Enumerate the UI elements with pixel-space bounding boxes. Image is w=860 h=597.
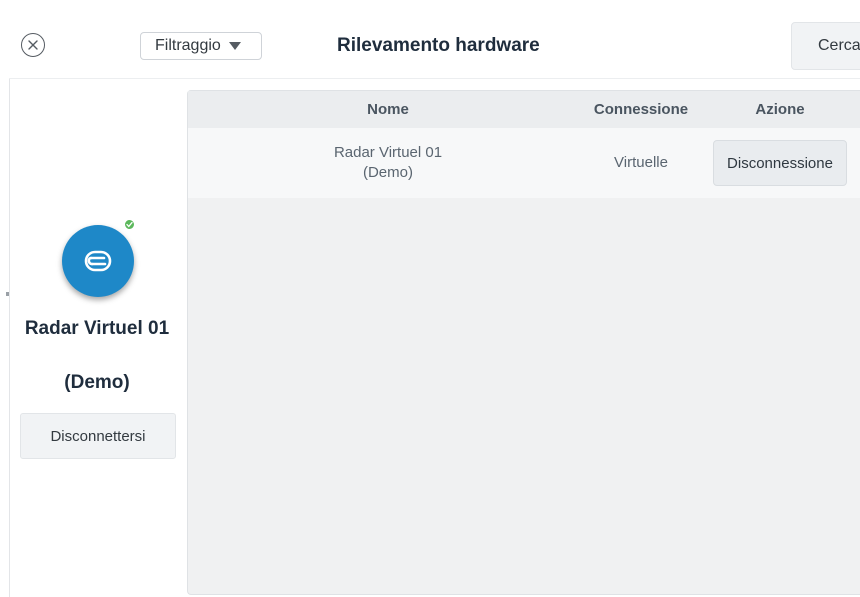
check-icon xyxy=(126,221,133,228)
disconnect-button[interactable]: Disconnettersi xyxy=(20,413,176,459)
hardware-table: Nome Connessione Azione Radar Virtuel 01… xyxy=(187,90,860,595)
connected-device-panel: Radar Virtuel 01 (Demo) Disconnettersi xyxy=(9,79,185,597)
radar-logo-icon xyxy=(62,225,134,297)
hardware-detection-window: Filtraggio Rilevamento hardware Cerca Ra… xyxy=(0,0,860,597)
row-device-name-line2: (Demo) xyxy=(362,164,413,181)
status-connected-badge xyxy=(123,218,136,231)
device-name-suffix: (Demo) xyxy=(64,372,130,393)
chevron-down-icon xyxy=(228,42,241,50)
device-avatar xyxy=(62,218,136,297)
row-connection-type: Virtuelle xyxy=(614,154,668,171)
header-bar: Filtraggio Rilevamento hardware Cerca xyxy=(9,12,860,79)
filter-dropdown[interactable]: Filtraggio xyxy=(140,32,262,60)
table-row[interactable]: Radar Virtuel 01 (Demo) Virtuelle Discon… xyxy=(188,128,860,198)
table-header: Nome Connessione Azione xyxy=(188,91,860,128)
row-disconnect-button[interactable]: Disconnessione xyxy=(713,140,847,186)
device-name: Radar Virtuel 01 xyxy=(24,318,170,339)
column-header-action: Azione xyxy=(755,101,805,118)
page-title: Rilevamento hardware xyxy=(337,35,540,56)
close-button[interactable] xyxy=(21,33,45,57)
row-device-name: Radar Virtuel 01 (Demo) xyxy=(288,143,488,183)
row-device-name-line1: Radar Virtuel 01 xyxy=(333,144,443,161)
column-header-name: Nome xyxy=(367,101,409,118)
filter-label: Filtraggio xyxy=(155,37,221,54)
close-icon xyxy=(28,40,38,50)
search-button[interactable]: Cerca xyxy=(791,22,860,70)
column-header-connection: Connessione xyxy=(593,101,689,118)
